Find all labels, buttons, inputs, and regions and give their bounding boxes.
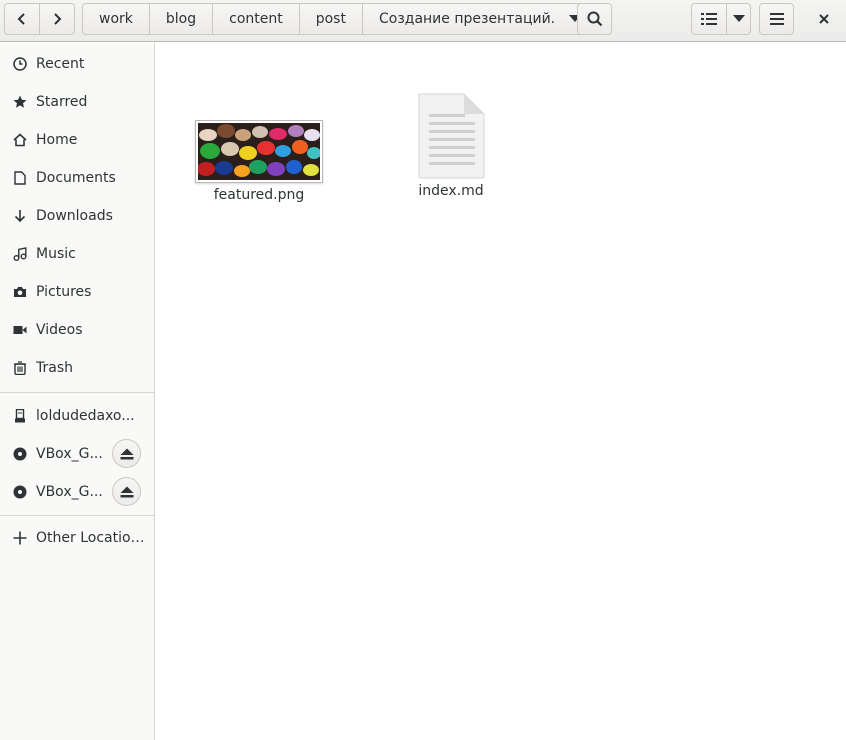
breadcrumb-blog[interactable]: blog <box>149 3 214 35</box>
download-icon <box>12 208 28 224</box>
optical-disc-icon <box>12 446 28 462</box>
sidebar-item-usb-drive[interactable]: loldudedaxo... <box>0 397 155 435</box>
eject-icon <box>120 448 133 459</box>
colored-pencils-thumbnail <box>198 123 320 180</box>
view-options-button[interactable] <box>727 3 751 35</box>
breadcrumb-current-folder[interactable]: Создание презентаций. <box>362 3 593 35</box>
file-name: featured.png <box>213 187 305 203</box>
optical-disc-icon <box>12 484 28 500</box>
chevron-left-icon <box>17 13 25 25</box>
search-button[interactable] <box>577 3 612 35</box>
header-bar: work blog content post Создание презента… <box>0 0 846 42</box>
breadcrumb-current-label: Создание презентаций. <box>378 11 556 27</box>
forward-button[interactable] <box>40 3 75 35</box>
chevron-down-icon <box>732 15 745 22</box>
sidebar-item-label: Trash <box>36 360 73 376</box>
back-button[interactable] <box>4 3 40 35</box>
image-thumbnail <box>195 120 323 183</box>
sidebar-item-trash[interactable]: Trash <box>0 349 155 387</box>
star-icon <box>12 94 28 110</box>
file-item[interactable]: featured.png <box>189 120 329 203</box>
sidebar-item-other-locations[interactable]: Other Locations <box>0 519 155 557</box>
path-bar: work blog content post Создание презента… <box>82 3 601 35</box>
sidebar-item-downloads[interactable]: Downloads <box>0 197 155 235</box>
document-icon <box>12 170 28 186</box>
close-button[interactable] <box>810 3 838 35</box>
sidebar-item-label: VBox_G... <box>36 446 103 462</box>
sidebar-item-label: Documents <box>36 170 116 186</box>
menu-button[interactable] <box>759 3 794 35</box>
plus-icon <box>12 530 28 546</box>
close-icon <box>819 14 829 24</box>
search-icon <box>587 11 602 27</box>
hamburger-menu-icon <box>769 13 784 25</box>
usb-drive-icon <box>12 408 28 424</box>
sidebar-item-label: Starred <box>36 94 88 110</box>
sidebar-item-label: Videos <box>36 322 83 338</box>
sidebar-item-pictures[interactable]: Pictures <box>0 273 155 311</box>
sidebar: Recent Starred Home Documents Downloads … <box>0 43 155 740</box>
sidebar-item-home[interactable]: Home <box>0 121 155 159</box>
file-name: index.md <box>418 183 484 199</box>
view-list-button[interactable] <box>691 3 727 35</box>
breadcrumb-work[interactable]: work <box>82 3 150 35</box>
clock-icon <box>12 56 28 72</box>
sidebar-item-documents[interactable]: Documents <box>0 159 155 197</box>
video-icon <box>12 322 28 338</box>
breadcrumb-content[interactable]: content <box>213 3 300 35</box>
sidebar-item-label: loldudedaxo... <box>36 408 135 424</box>
sidebar-divider <box>0 515 155 516</box>
sidebar-item-label: Music <box>36 246 76 262</box>
sidebar-item-music[interactable]: Music <box>0 235 155 273</box>
music-icon <box>12 246 28 262</box>
sidebar-divider <box>0 392 155 393</box>
sidebar-item-label: Other Locations <box>36 530 146 546</box>
sidebar-item-label: Recent <box>36 56 85 72</box>
home-icon <box>12 132 28 148</box>
sidebar-item-starred[interactable]: Starred <box>0 83 155 121</box>
eject-icon <box>120 486 133 497</box>
trash-icon <box>12 360 28 376</box>
sidebar-item-recent[interactable]: Recent <box>0 45 155 83</box>
sidebar-item-label: Downloads <box>36 208 113 224</box>
camera-icon <box>12 284 28 300</box>
list-view-icon <box>701 13 717 25</box>
sidebar-item-videos[interactable]: Videos <box>0 311 155 349</box>
sidebar-item-label: Pictures <box>36 284 92 300</box>
sidebar-item-label: VBox_G... <box>36 484 103 500</box>
file-item[interactable]: index.md <box>381 93 521 199</box>
eject-button[interactable] <box>112 477 141 506</box>
breadcrumb-post[interactable]: post <box>299 3 363 35</box>
sidebar-item-label: Home <box>36 132 78 148</box>
file-view: featured.png index.md <box>156 43 846 740</box>
chevron-right-icon <box>54 13 62 25</box>
eject-button[interactable] <box>112 439 141 468</box>
text-document-icon <box>416 93 486 179</box>
